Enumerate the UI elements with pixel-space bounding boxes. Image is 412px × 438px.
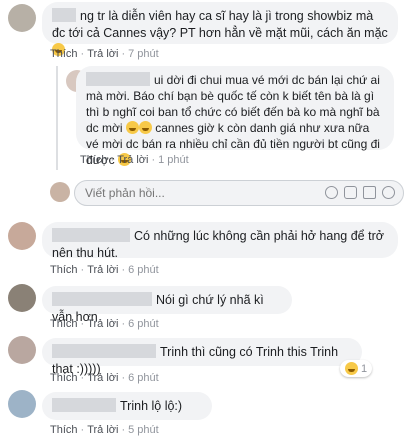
redacted-name[interactable] [52,8,76,22]
comment-actions: Thích · Trả lời · 6 phút [50,264,159,276]
laugh-emoji-icon [345,362,358,375]
reply-link[interactable]: Trả lời [87,48,118,60]
comment-actions: Thích · Trả lời · 1 phút [80,154,189,166]
comment-actions: Thích · Trả lời · 5 phút [50,424,159,436]
reply-link[interactable]: Trả lời [117,154,148,166]
avatar[interactable] [8,390,36,418]
sticker-icon[interactable] [382,186,395,199]
reply-icons [325,186,395,199]
redacted-name[interactable] [52,398,116,412]
timestamp[interactable]: 6 phút [128,318,159,330]
reply-link[interactable]: Trả lời [87,372,118,384]
avatar[interactable] [8,222,36,250]
reaction-count[interactable]: 1 [340,360,373,377]
reply-link[interactable]: Trả lời [87,264,118,276]
redacted-name[interactable] [52,292,152,306]
comment-actions: Thích · Trả lời · 7 phút [50,48,159,60]
reply-box[interactable] [74,180,404,206]
comment-actions: Thích · Trả lời · 6 phút [50,318,159,330]
laugh-emoji-icon [125,121,139,134]
redacted-name[interactable] [86,72,150,86]
avatar[interactable] [8,284,36,312]
camera-icon[interactable] [344,186,357,199]
like-link[interactable]: Thích [50,318,78,330]
reply-input[interactable] [75,181,335,205]
gif-icon[interactable] [363,186,376,199]
reply-link[interactable]: Trả lời [87,318,118,330]
thread-line [56,66,58,170]
timestamp[interactable]: 6 phút [128,264,159,276]
comment-bubble: Trinh lộ lộ:) [42,392,212,420]
timestamp[interactable]: 7 phút [128,48,159,60]
smile-icon[interactable] [325,186,338,199]
comment-actions: Thích · Trả lời · 6 phút [50,372,159,384]
timestamp[interactable]: 1 phút [158,154,189,166]
like-link[interactable]: Thích [50,424,78,436]
comment-text: Trinh lộ lộ:) [120,399,183,413]
redacted-name[interactable] [52,228,130,242]
comment-bubble: Nói gì chứ lý nhã kì vẫn hơn [42,286,292,324]
comment-bubble: ng tr là diễn viên hay ca sĩ hay là jì t… [42,2,398,56]
avatar[interactable] [8,336,36,364]
redacted-name[interactable] [52,344,156,358]
reply-link[interactable]: Trả lời [87,424,118,436]
avatar[interactable] [50,182,70,202]
like-link[interactable]: Thích [50,372,78,384]
comment-bubble: Có những lúc không cần phải hở hang để t… [42,222,398,260]
avatar[interactable] [8,4,36,32]
timestamp[interactable]: 5 phút [128,424,159,436]
comment-bubble: Trinh thì cũng có Trinh this Trinh that … [42,338,362,376]
reply-bubble: ui dời đi chui mua vé mới dc bán lại chứ… [76,66,394,167]
comment-text: ng tr là diễn viên hay ca sĩ hay là jì t… [52,9,388,40]
laugh-emoji-icon [138,121,152,134]
like-link[interactable]: Thích [80,154,108,166]
like-link[interactable]: Thích [50,48,78,60]
like-link[interactable]: Thích [50,264,78,276]
timestamp[interactable]: 6 phút [128,372,159,384]
reaction-number: 1 [361,362,368,375]
